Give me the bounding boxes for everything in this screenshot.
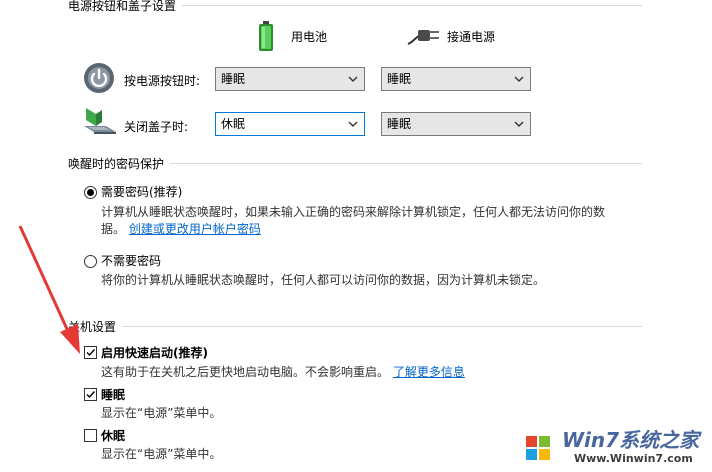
chevron-down-icon <box>514 121 524 127</box>
sleep-desc: 显示在“电源”菜单中。 <box>101 406 222 420</box>
section-title-power-buttons: 电源按钮和盖子设置 <box>68 0 183 14</box>
lid-close-battery-select[interactable]: 休眠 <box>215 112 365 136</box>
chevron-down-icon <box>514 76 524 82</box>
learn-more-link[interactable]: 了解更多信息 <box>393 365 465 379</box>
chevron-down-icon <box>348 121 358 127</box>
require-password-desc-prefix: 据。 <box>101 222 126 236</box>
require-password-radio[interactable] <box>84 186 97 199</box>
battery-icon <box>258 21 274 51</box>
annotation-arrow-icon <box>18 225 80 354</box>
lid-close-label: 关闭盖子时: <box>124 120 189 134</box>
section-title-password: 唤醒时的密码保护 <box>68 155 171 172</box>
section-divider <box>68 326 642 327</box>
power-button-plugged-value: 睡眠 <box>387 72 412 86</box>
hibernate-label[interactable]: 休眠 <box>101 427 125 444</box>
laptop-lid-icon <box>82 106 118 136</box>
chevron-down-icon <box>348 76 358 82</box>
lid-close-plugged-select[interactable]: 睡眠 <box>381 112 531 136</box>
create-password-link[interactable]: 创建或更改用户帐户密码 <box>129 222 261 236</box>
require-password-desc-line2: 据。 创建或更改用户帐户密码 <box>101 220 261 237</box>
hibernate-desc: 显示在“电源”菜单中。 <box>101 447 222 461</box>
sleep-label[interactable]: 睡眠 <box>101 386 125 403</box>
fast-startup-checkbox[interactable] <box>84 346 97 359</box>
fast-startup-desc-text: 这有助于在关机之后更快地启动电脑。不会影响重启。 <box>101 365 390 379</box>
lid-close-plugged-value: 睡眠 <box>387 117 412 131</box>
power-plug-icon <box>407 24 441 46</box>
no-password-label[interactable]: 不需要密码 <box>101 252 161 269</box>
require-password-label[interactable]: 需要密码(推荐) <box>101 183 182 200</box>
watermark-logo: Win7系统之家 Www.Winwin7.com <box>512 422 712 472</box>
power-button-icon <box>83 62 115 94</box>
column-header-battery: 用电池 <box>291 30 328 44</box>
sleep-checkbox[interactable] <box>84 388 97 401</box>
checkmark-icon <box>86 391 96 399</box>
power-button-label: 按电源按钮时: <box>124 74 201 88</box>
no-password-desc: 将你的计算机从睡眠状态唤醒时，任何人都可以访问你的数据，因为计算机未锁定。 <box>101 273 546 287</box>
fast-startup-label[interactable]: 启用快速启动(推荐) <box>101 344 208 361</box>
power-button-plugged-select[interactable]: 睡眠 <box>381 67 531 91</box>
power-button-battery-select[interactable]: 睡眠 <box>215 67 365 91</box>
no-password-radio[interactable] <box>84 255 97 268</box>
watermark-brand: Win7系统之家 <box>562 428 700 452</box>
fast-startup-desc: 这有助于在关机之后更快地启动电脑。不会影响重启。 了解更多信息 <box>101 363 465 380</box>
watermark-url: Www.Winwin7.com <box>574 452 693 465</box>
power-button-battery-value: 睡眠 <box>221 72 246 86</box>
require-password-desc: 计算机从睡眠状态唤醒时，如果未输入正确的密码来解除计算机锁定，任何人都无法访问你… <box>101 205 606 219</box>
checkmark-icon <box>86 349 96 357</box>
column-header-plugged-in: 接通电源 <box>447 30 496 44</box>
hibernate-checkbox[interactable] <box>84 429 97 442</box>
lid-close-battery-value: 休眠 <box>221 117 246 131</box>
